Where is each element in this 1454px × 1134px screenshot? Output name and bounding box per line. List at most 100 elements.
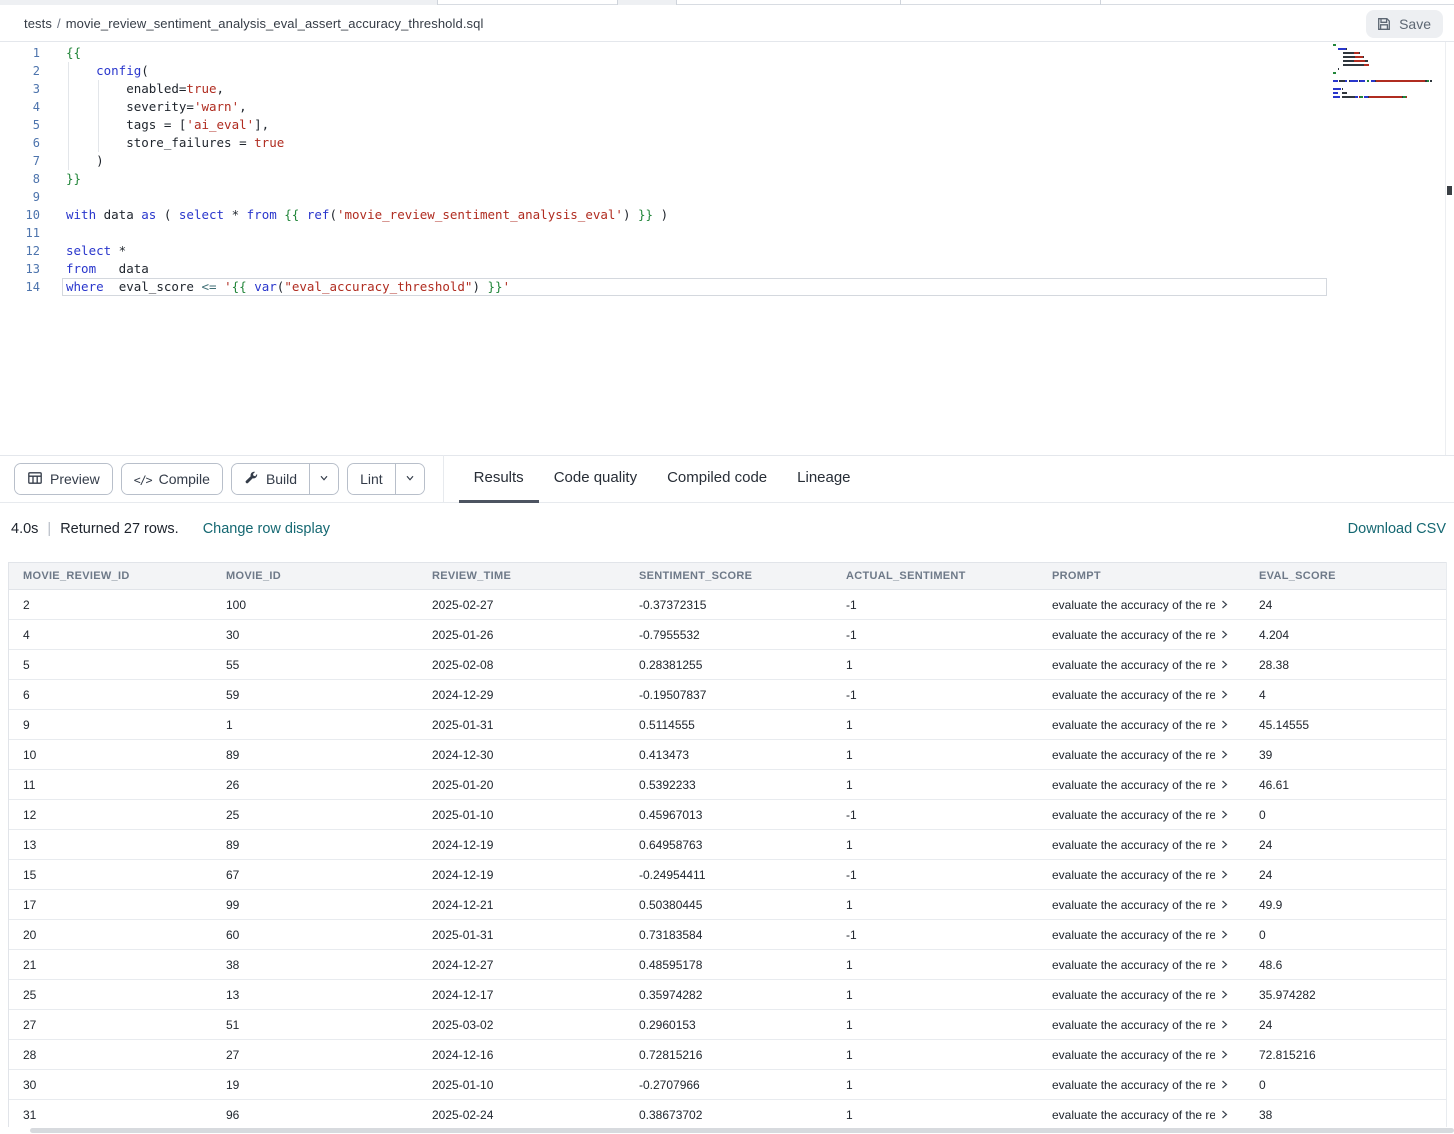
prompt-expand-chevron-icon[interactable] [1220, 689, 1229, 700]
table-cell: 96 [212, 1108, 418, 1122]
table-cell: 0.72815216 [625, 1048, 832, 1062]
prompt-expand-chevron-icon[interactable] [1220, 779, 1229, 790]
table-row: 25132024-12-170.359742821evaluate the ac… [9, 980, 1446, 1010]
line-number: 13 [0, 260, 40, 278]
table-cell: -1 [832, 928, 1038, 942]
eval-score-cell: 4 [1245, 688, 1446, 702]
prompt-text: evaluate the accuracy of the res… [1052, 868, 1215, 882]
table-cell: 21 [9, 958, 212, 972]
breadcrumb: tests/movie_review_sentiment_analysis_ev… [24, 16, 483, 31]
preview-button[interactable]: Preview [15, 464, 112, 494]
prompt-expand-chevron-icon[interactable] [1220, 1109, 1229, 1120]
table-cell: 6 [9, 688, 212, 702]
download-csv-link[interactable]: Download CSV [1348, 521, 1446, 537]
table-cell: 12 [9, 808, 212, 822]
prompt-expand-chevron-icon[interactable] [1220, 659, 1229, 670]
breadcrumb-folder[interactable]: tests [24, 16, 52, 31]
rows-returned-text: Returned 27 rows. [60, 521, 178, 537]
prompt-expand-chevron-icon[interactable] [1220, 989, 1229, 1000]
prompt-text: evaluate the accuracy of the res… [1052, 718, 1215, 732]
prompt-text: evaluate the accuracy of the res… [1052, 778, 1215, 792]
preview-button-group: Preview [14, 463, 113, 495]
table-cell: -0.37372315 [625, 598, 832, 612]
table-cell: -0.19507837 [625, 688, 832, 702]
breadcrumb-bar: tests/movie_review_sentiment_analysis_ev… [0, 5, 1454, 42]
tab-code-quality[interactable]: Code quality [539, 455, 652, 503]
toolbar-divider [443, 455, 444, 503]
eval-score-cell: 49.9 [1245, 898, 1446, 912]
table-cell: 1 [832, 748, 1038, 762]
query-duration: 4.0s [11, 521, 38, 537]
chevron-down-icon [318, 472, 330, 487]
prompt-expand-chevron-icon[interactable] [1220, 1079, 1229, 1090]
prompt-cell: evaluate the accuracy of the res… [1038, 868, 1245, 882]
code-text: select * [66, 242, 126, 260]
tab-compiled-code[interactable]: Compiled code [652, 455, 782, 503]
column-header: SENTIMENT_SCORE [625, 570, 832, 582]
eval-score-cell: 24 [1245, 598, 1446, 612]
line-number: 1 [0, 44, 40, 62]
dbt-ide-window: tests/movie_review_sentiment_analysis_ev… [0, 0, 1454, 1134]
line-number: 12 [0, 242, 40, 260]
prompt-expand-chevron-icon[interactable] [1220, 959, 1229, 970]
table-icon [27, 470, 43, 489]
table-cell: 27 [212, 1048, 418, 1062]
table-row: 21002025-02-27-0.37372315-1evaluate the … [9, 590, 1446, 620]
line-number: 11 [0, 224, 40, 242]
horizontal-scrollbar[interactable] [0, 1127, 1454, 1134]
prompt-expand-chevron-icon[interactable] [1220, 899, 1229, 910]
table-cell: 25 [9, 988, 212, 1002]
column-header: EVAL_SCORE [1245, 570, 1446, 582]
lint-dropdown-button[interactable] [395, 464, 424, 494]
prompt-expand-chevron-icon[interactable] [1220, 629, 1229, 640]
table-cell: 89 [212, 838, 418, 852]
minimap[interactable] [1333, 44, 1445, 164]
code-text: ) [66, 152, 104, 170]
prompt-cell: evaluate the accuracy of the res… [1038, 1048, 1245, 1062]
prompt-text: evaluate the accuracy of the res… [1052, 1048, 1215, 1062]
prompt-cell: evaluate the accuracy of the res… [1038, 748, 1245, 762]
minimap-divider [1445, 42, 1446, 455]
code-text: where eval_score <= '{{ var("eval_accura… [66, 278, 510, 296]
build-button[interactable]: Build [232, 464, 309, 494]
prompt-expand-chevron-icon[interactable] [1220, 809, 1229, 820]
eval-score-cell: 24 [1245, 868, 1446, 882]
prompt-expand-chevron-icon[interactable] [1220, 749, 1229, 760]
table-cell: 0.35974282 [625, 988, 832, 1002]
line-number: 10 [0, 206, 40, 224]
prompt-expand-chevron-icon[interactable] [1220, 1019, 1229, 1030]
horizontal-scrollbar-thumb[interactable] [30, 1128, 1454, 1133]
change-row-display-link[interactable]: Change row display [203, 521, 330, 537]
prompt-expand-chevron-icon[interactable] [1220, 869, 1229, 880]
prompt-expand-chevron-icon[interactable] [1220, 929, 1229, 940]
eval-score-cell: 38 [1245, 1108, 1446, 1122]
prompt-expand-chevron-icon[interactable] [1220, 1049, 1229, 1060]
code-editor[interactable]: 1{{2 config(3 enabled=true,4 severity='w… [0, 42, 1454, 455]
editor-scrollbar-marker[interactable] [1447, 186, 1452, 195]
table-cell: -1 [832, 628, 1038, 642]
tab-results[interactable]: Results [459, 455, 539, 503]
tab-lineage[interactable]: Lineage [782, 455, 865, 503]
code-icon: </> [134, 471, 152, 487]
save-button[interactable]: Save [1366, 10, 1443, 38]
eval-score-cell: 48.6 [1245, 958, 1446, 972]
table-cell: -1 [832, 598, 1038, 612]
line-number: 7 [0, 152, 40, 170]
floppy-disk-icon [1376, 16, 1392, 32]
table-cell: 2025-01-10 [418, 808, 625, 822]
results-table: MOVIE_REVIEW_IDMOVIE_IDREVIEW_TIMESENTIM… [8, 562, 1447, 1130]
table-cell: 2024-12-30 [418, 748, 625, 762]
build-button-label: Build [266, 471, 297, 487]
line-number: 9 [0, 188, 40, 206]
table-cell: 9 [9, 718, 212, 732]
table-cell: 15 [9, 868, 212, 882]
prompt-text: evaluate the accuracy of the res… [1052, 1018, 1215, 1032]
prompt-expand-chevron-icon[interactable] [1220, 719, 1229, 730]
prompt-expand-chevron-icon[interactable] [1220, 599, 1229, 610]
prompt-text: evaluate the accuracy of the res… [1052, 958, 1215, 972]
prompt-text: evaluate the accuracy of the res… [1052, 928, 1215, 942]
lint-button[interactable]: Lint [348, 464, 395, 494]
compile-button[interactable]: </>Compile [122, 464, 222, 494]
build-dropdown-button[interactable] [309, 464, 338, 494]
prompt-expand-chevron-icon[interactable] [1220, 839, 1229, 850]
